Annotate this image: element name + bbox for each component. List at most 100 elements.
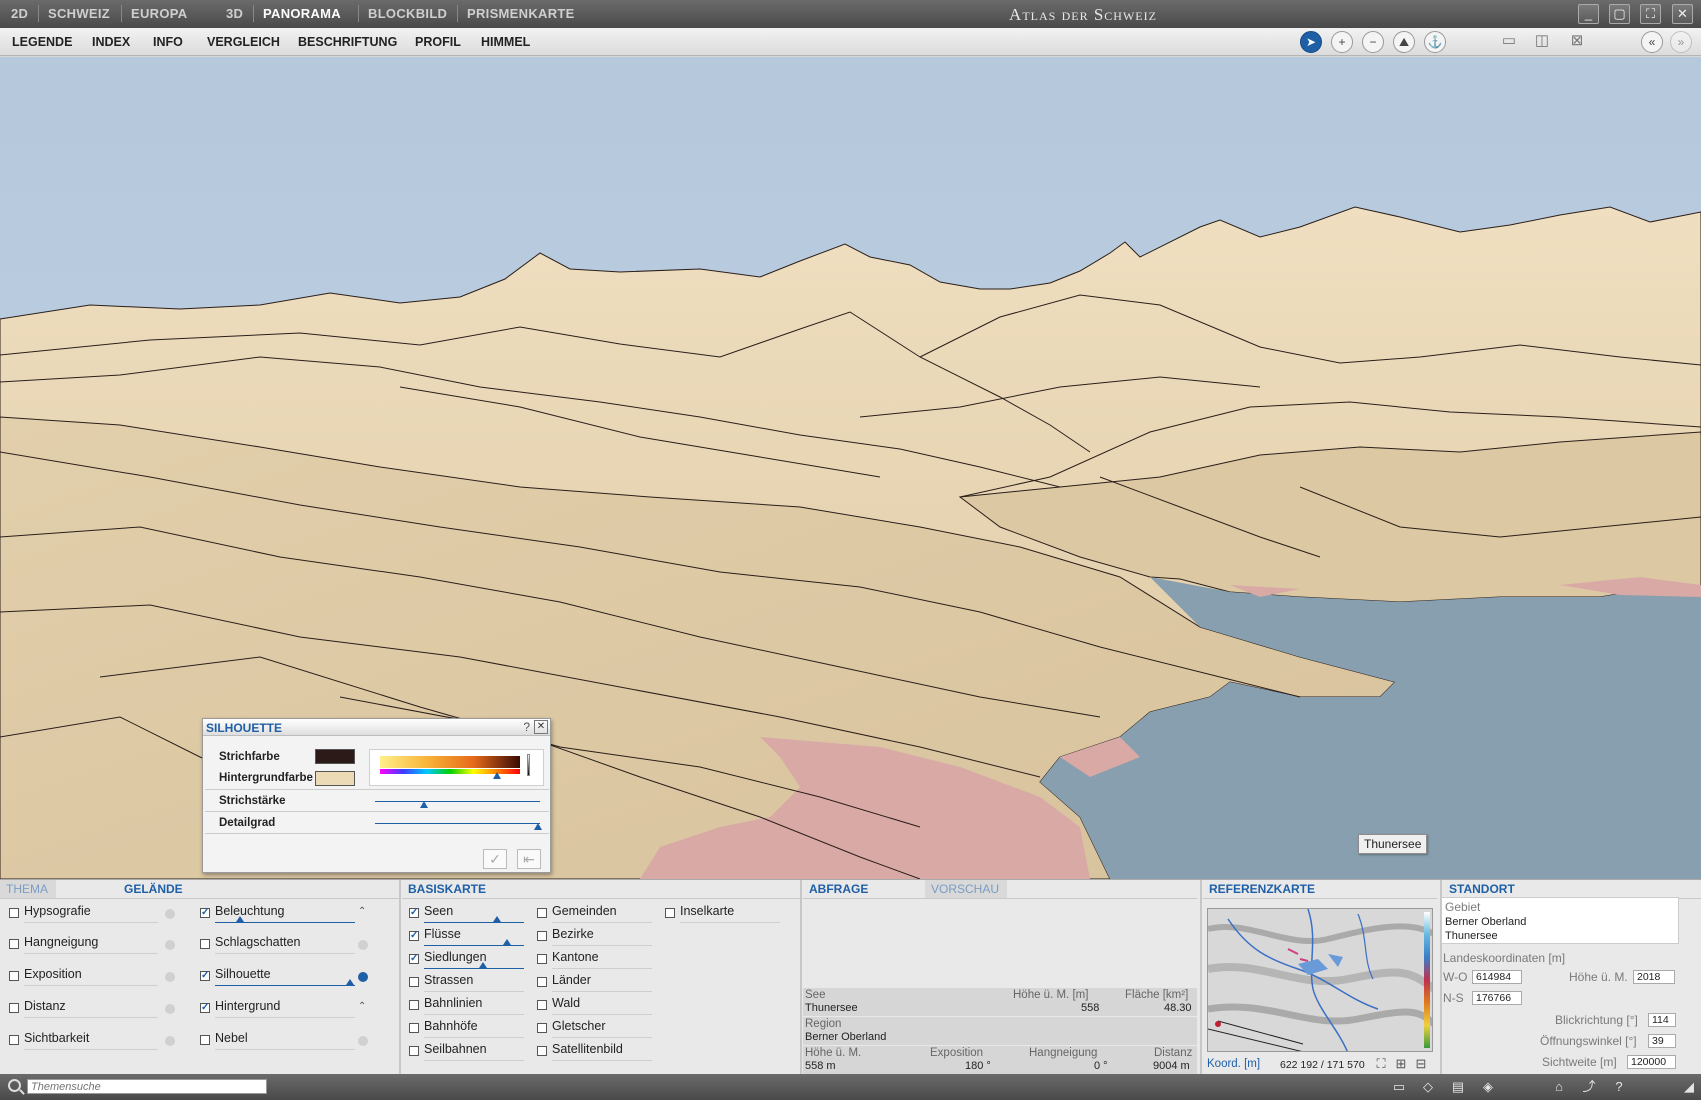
home-icon[interactable]: ⌂ [1550, 1078, 1568, 1095]
pointer-icon[interactable]: ➤ [1300, 31, 1322, 53]
option-gemeinden[interactable]: Gemeinden [552, 904, 617, 918]
option-silhouette[interactable]: Silhouette [215, 967, 271, 981]
fullscreen-icon[interactable]: ⛶ [1640, 4, 1661, 24]
chevron-up-icon[interactable]: ⌃ [358, 1001, 366, 1012]
chevron-up-icon[interactable]: ⌃ [358, 906, 366, 917]
option-kantone[interactable]: Kantone [552, 950, 599, 964]
tab-basiskarte[interactable]: BASISKARTE [402, 880, 495, 898]
beleuchtung-slider[interactable] [215, 922, 355, 923]
tab-abfrage[interactable]: ABFRAGE [803, 880, 877, 898]
checkbox-fluesse[interactable]: ✓ [409, 931, 419, 941]
checkbox-laender[interactable] [537, 977, 547, 987]
zoom-out-icon[interactable]: − [1362, 31, 1384, 53]
checkbox-bezirke[interactable] [537, 931, 547, 941]
folder-icon[interactable]: ▭ [1390, 1078, 1408, 1095]
tab-standort[interactable]: STANDORT [1443, 880, 1523, 898]
help-icon[interactable]: ? [523, 720, 530, 734]
close-view-icon[interactable]: ⊠ [1566, 31, 1588, 53]
checkbox-hangneigung[interactable] [9, 939, 19, 949]
option-bahnhoefe[interactable]: Bahnhöfe [424, 1019, 478, 1033]
option-distanz[interactable]: Distanz [24, 999, 66, 1013]
collapse-right-icon[interactable]: » [1670, 31, 1692, 53]
checkbox-nebel[interactable] [200, 1035, 210, 1045]
option-exposition[interactable]: Exposition [24, 967, 82, 981]
collapse-left-icon[interactable]: « [1641, 31, 1663, 53]
option-hangneigung[interactable]: Hangneigung [24, 935, 98, 949]
option-seilbahnen[interactable]: Seilbahnen [424, 1042, 487, 1056]
option-bezirke[interactable]: Bezirke [552, 927, 594, 941]
close-icon[interactable]: ✕ [1672, 4, 1693, 24]
info-dot[interactable] [358, 940, 368, 950]
fluesse-slider[interactable] [424, 945, 524, 946]
option-laender[interactable]: Länder [552, 973, 591, 987]
hue-thumb[interactable] [493, 772, 501, 779]
info-dot[interactable] [165, 909, 175, 919]
option-fluesse[interactable]: Flüsse [424, 927, 461, 941]
zoom-in-icon[interactable]: ⊞ [1392, 1055, 1410, 1072]
checkbox-strassen[interactable] [409, 977, 419, 987]
detailgrad-slider[interactable] [375, 823, 540, 824]
option-wald[interactable]: Wald [552, 996, 580, 1010]
oeffnungswinkel-input[interactable]: 39 [1648, 1034, 1676, 1048]
info-dot[interactable] [165, 1036, 175, 1046]
reset-button[interactable]: ⇤ [517, 849, 541, 869]
sichtweite-input[interactable]: 120000 [1627, 1055, 1676, 1069]
search-input[interactable] [27, 1079, 267, 1094]
checkbox-silhouette[interactable]: ✓ [200, 971, 210, 981]
option-gletscher[interactable]: Gletscher [552, 1019, 606, 1033]
option-hypsografie[interactable]: Hypsografie [24, 904, 91, 918]
strichstaerke-thumb[interactable] [420, 801, 428, 808]
checkbox-gletscher[interactable] [537, 1023, 547, 1033]
print-icon[interactable]: ▤ [1449, 1078, 1467, 1095]
checkbox-hypsografie[interactable] [9, 908, 19, 918]
color-palette[interactable] [369, 749, 544, 786]
tab-gelaende[interactable]: GELÄNDE [118, 880, 191, 898]
slider-thumb[interactable] [236, 916, 244, 922]
option-beleuchtung[interactable]: Beleuchtung [215, 904, 285, 918]
option-bahnlinien[interactable]: Bahnlinien [424, 996, 482, 1010]
detailgrad-thumb[interactable] [534, 823, 542, 830]
link-icon[interactable]: ⤴ [1580, 1078, 1598, 1095]
option-siedlungen[interactable]: Siedlungen [424, 950, 487, 964]
tab-thema[interactable]: THEMA [0, 880, 56, 898]
option-nebel[interactable]: Nebel [215, 1031, 248, 1045]
menu-himmel[interactable]: HIMMEL [481, 35, 530, 49]
checkbox-distanz[interactable] [9, 1003, 19, 1013]
info-dot[interactable] [165, 940, 175, 950]
background-color-swatch[interactable] [315, 771, 355, 786]
option-strassen[interactable]: Strassen [424, 973, 473, 987]
checkbox-beleuchtung[interactable]: ✓ [200, 908, 210, 918]
zoom-out-icon[interactable]: ⊟ [1412, 1055, 1430, 1072]
option-seen[interactable]: Seen [424, 904, 453, 918]
checkbox-seen[interactable]: ✓ [409, 908, 419, 918]
slider-thumb[interactable] [493, 916, 501, 922]
dialog-header[interactable]: SILHOUETTE ? ✕ [203, 719, 550, 736]
resize-icon[interactable]: ◢ [1680, 1078, 1698, 1095]
menu-legende[interactable]: LEGENDE [12, 35, 72, 49]
checkbox-kantone[interactable] [537, 954, 547, 964]
checkbox-satellitenbild[interactable] [537, 1046, 547, 1056]
help-icon[interactable]: ? [1610, 1078, 1628, 1095]
checkbox-siedlungen[interactable]: ✓ [409, 954, 419, 964]
restore-icon[interactable]: ▢ [1609, 4, 1630, 24]
reference-map[interactable] [1207, 908, 1433, 1052]
hoehe-input[interactable]: 2018 [1633, 970, 1675, 984]
menu-vergleich[interactable]: VERGLEICH [207, 35, 280, 49]
menu-profil[interactable]: PROFIL [415, 35, 461, 49]
ns-input[interactable]: 176766 [1472, 991, 1522, 1005]
apply-button[interactable]: ✓ [483, 849, 507, 869]
checkbox-inselkarte[interactable] [665, 908, 675, 918]
checkbox-seilbahnen[interactable] [409, 1046, 419, 1056]
option-sichtbarkeit[interactable]: Sichtbarkeit [24, 1031, 89, 1045]
wo-input[interactable]: 614984 [1472, 970, 1522, 984]
checkbox-schlagschatten[interactable] [200, 939, 210, 949]
checkbox-bahnhoefe[interactable] [409, 1023, 419, 1033]
blickrichtung-input[interactable]: 114 [1648, 1013, 1676, 1027]
checkbox-sichtbarkeit[interactable] [9, 1035, 19, 1045]
split-vertical-icon[interactable]: ◫ [1531, 31, 1553, 53]
silhouette-slider[interactable] [215, 985, 355, 986]
info-dot[interactable] [165, 972, 175, 982]
siedlungen-slider[interactable] [424, 968, 524, 969]
option-satellitenbild[interactable]: Satellitenbild [552, 1042, 623, 1056]
gray-strip[interactable] [527, 754, 530, 776]
